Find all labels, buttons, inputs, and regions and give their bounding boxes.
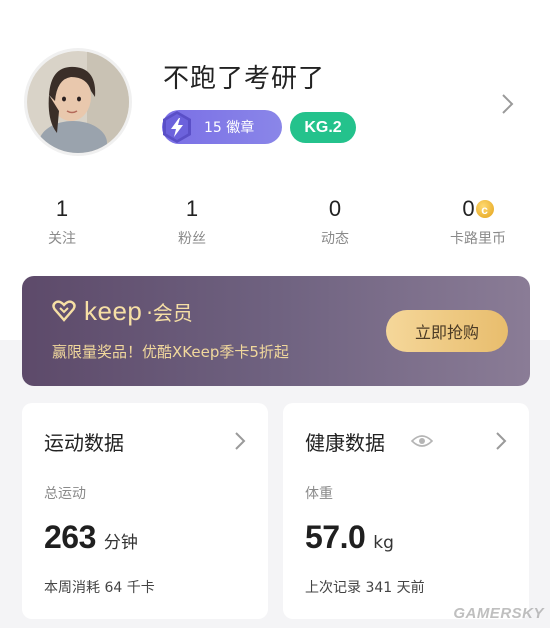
exercise-unit: 分钟	[103, 533, 138, 553]
sports-data-card[interactable]: 运动数据 总运动 263 分钟 本周消耗 64 千卡	[22, 403, 268, 619]
stat-value: 1	[185, 196, 199, 221]
avatar[interactable]	[24, 48, 132, 156]
username: 不跑了考研了	[163, 64, 326, 94]
eye-icon[interactable]	[410, 433, 434, 449]
membership-banner[interactable]: keep ·会员 赢限量奖品！优酷XKeep季卡5折起 立即抢购	[22, 276, 530, 386]
exercise-value-row: 263 分钟	[44, 519, 138, 556]
stat-label: 动态	[321, 231, 349, 247]
badge-count-label: 15 徽章	[204, 120, 255, 136]
total-exercise-label: 总运动	[44, 486, 86, 502]
keep-logo: keep ·会员	[52, 295, 193, 326]
stat-posts[interactable]: 0 动态	[285, 196, 385, 248]
stat-value-row: 0	[428, 196, 528, 223]
card-title: 运动数据	[44, 431, 124, 455]
profile-page: 不跑了考研了 15 徽章 KG.2 1 关注 1 粉丝 0 动态 0 卡路里币	[0, 0, 550, 628]
promo-text: 赢限量奖品！优酷XKeep季卡5折起	[52, 343, 289, 361]
stat-label: 关注	[48, 231, 76, 247]
last-record: 上次记录 341 天前	[305, 580, 425, 596]
weight-value: 57.0	[305, 519, 366, 555]
card-title: 健康数据	[305, 431, 385, 455]
weight-value-row: 57.0 kg	[305, 519, 394, 556]
stat-value: 0	[462, 196, 475, 221]
stat-value: 1	[55, 196, 69, 221]
avatar-photo	[27, 51, 129, 153]
keep-heart-icon	[52, 300, 76, 322]
chevron-right-icon[interactable]	[234, 431, 246, 451]
stat-label: 粉丝	[178, 231, 206, 247]
watermark: GAMERSKY	[453, 605, 544, 622]
keep-brand-text: keep	[84, 295, 143, 326]
membership-label: ·会员	[146, 300, 193, 325]
chevron-right-icon[interactable]	[495, 431, 507, 451]
chevron-right-icon[interactable]	[500, 92, 516, 116]
weekly-calories: 本周消耗 64 千卡	[44, 580, 155, 596]
stat-calorie-coins[interactable]: 0 卡路里币	[428, 196, 528, 248]
weight-label: 体重	[305, 486, 333, 502]
stat-following[interactable]: 1 关注	[12, 196, 112, 248]
coin-icon	[475, 197, 494, 223]
stat-value: 0	[328, 196, 342, 221]
lightning-badge-icon	[160, 110, 194, 144]
exercise-minutes: 263	[44, 519, 96, 555]
badge-count-button[interactable]: 15 徽章	[162, 110, 282, 144]
stat-followers[interactable]: 1 粉丝	[142, 196, 242, 248]
weight-unit: kg	[373, 533, 394, 553]
stat-label: 卡路里币	[450, 231, 506, 247]
health-data-card[interactable]: 健康数据 体重 57.0 kg 上次记录 341 天前	[283, 403, 529, 619]
level-badge[interactable]: KG.2	[290, 112, 356, 143]
buy-now-button[interactable]: 立即抢购	[386, 310, 508, 352]
